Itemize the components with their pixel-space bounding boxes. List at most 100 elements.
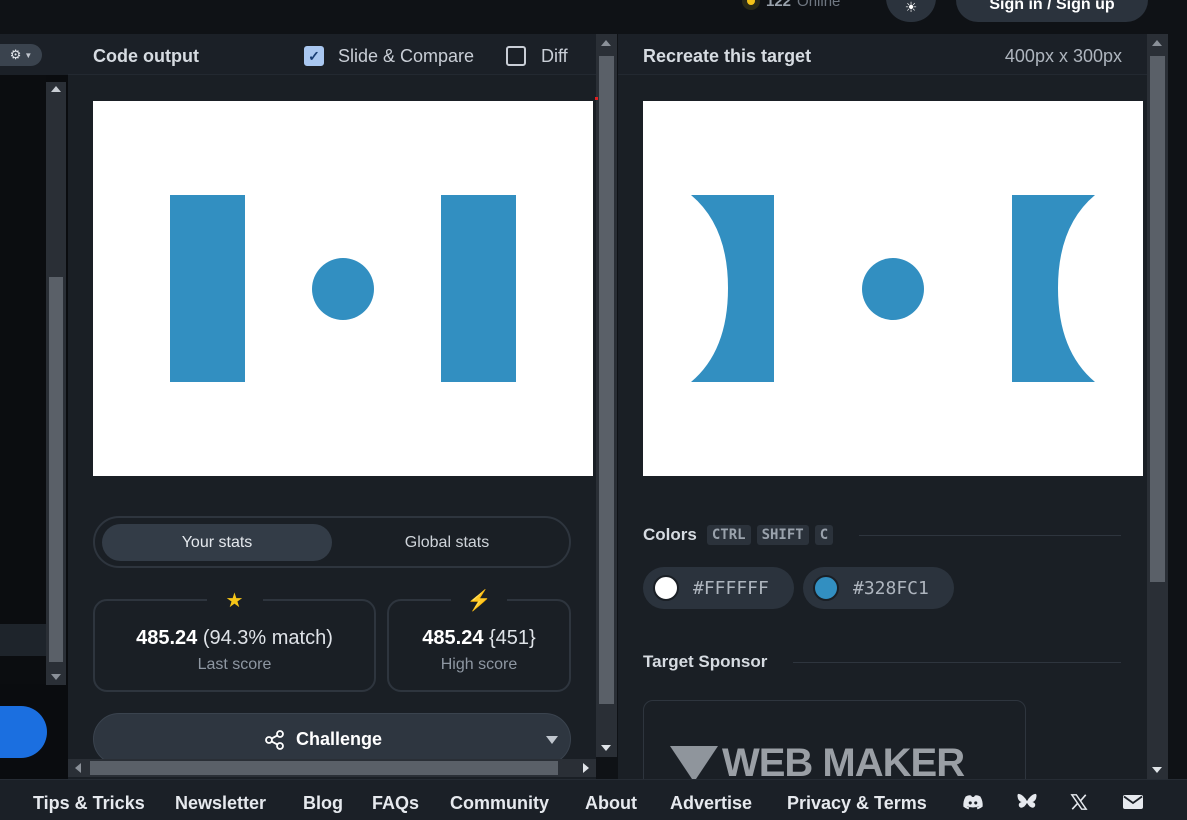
theme-toggle-button[interactable]: ☀	[886, 0, 936, 22]
x-icon[interactable]	[1068, 793, 1090, 811]
scroll-down-icon[interactable]	[1152, 767, 1162, 773]
colors-title: Colors	[643, 525, 697, 544]
scroll-up-icon[interactable]	[601, 40, 611, 46]
tab-global-stats[interactable]: Global stats	[332, 524, 562, 561]
code-output-title: Code output	[93, 46, 199, 66]
scroll-up-icon[interactable]	[1152, 40, 1162, 46]
output-vertical-scrollbar[interactable]	[596, 34, 617, 757]
output-horizontal-scrollbar[interactable]	[68, 759, 596, 777]
output-center-circle	[312, 258, 374, 320]
color-hex: #FFFFFF	[693, 577, 769, 599]
high-score-number: 485.24	[422, 627, 484, 649]
share-icon	[265, 730, 284, 750]
top-bar: 122 Online ☀ Sign in / Sign up	[0, 0, 1187, 34]
sponsor-header: Target Sponsor	[643, 650, 1121, 674]
target-center-circle	[862, 258, 924, 320]
slider-marker	[595, 97, 598, 100]
code-editor[interactable]	[0, 75, 46, 684]
shortcut-key-c: C	[814, 525, 834, 545]
slide-compare-checkbox[interactable]: ✓	[304, 46, 324, 66]
star-icon: ★	[206, 587, 263, 613]
challenge-label: Challenge	[296, 729, 383, 749]
target-vertical-scrollbar[interactable]	[1147, 34, 1168, 779]
footer-link-advertise[interactable]: Advertise	[670, 793, 752, 814]
footer-link-tips[interactable]: Tips & Tricks	[33, 793, 145, 814]
diff-checkbox[interactable]	[506, 46, 526, 66]
gear-icon: ⚙	[9, 47, 22, 62]
target-size: 400px x 300px	[1004, 46, 1122, 66]
footer-link-community[interactable]: Community	[450, 793, 549, 814]
scroll-thumb[interactable]	[90, 761, 558, 775]
chevron-down-icon[interactable]	[546, 736, 558, 744]
color-chip-blue[interactable]: #328FC1	[803, 567, 954, 609]
footer-link-privacy[interactable]: Privacy & Terms	[787, 793, 927, 814]
footer-link-newsletter[interactable]: Newsletter	[175, 793, 266, 814]
code-output-panel: Code output ✓ Slide & Compare Diff Your …	[68, 34, 596, 779]
tab-your-stats[interactable]: Your stats	[102, 524, 332, 561]
mail-icon[interactable]	[1122, 793, 1144, 811]
bluesky-icon[interactable]	[1016, 793, 1038, 811]
scroll-thumb[interactable]	[49, 277, 63, 662]
checkmark-icon: ✓	[308, 47, 320, 64]
target-right-shape	[1012, 195, 1095, 382]
slide-compare-label[interactable]: Slide & Compare	[338, 46, 474, 67]
color-swatch	[653, 575, 679, 601]
footer: Tips & Tricks Newsletter Blog FAQs Commu…	[0, 779, 1187, 820]
divider	[859, 534, 1121, 536]
discord-icon[interactable]	[962, 793, 984, 811]
scroll-right-icon[interactable]	[583, 763, 589, 773]
editor-scrollbar[interactable]	[46, 82, 66, 685]
last-score-value: 485.24 (94.3% match)	[95, 627, 374, 650]
editor-pane: ⚙ ▼	[0, 34, 68, 779]
colors-header: Colors CTRL SHIFT C	[643, 523, 1121, 547]
color-chip-white[interactable]: #FFFFFF	[643, 567, 794, 609]
scroll-down-icon[interactable]	[601, 745, 611, 751]
divider	[793, 661, 1121, 663]
high-score-detail: {451}	[489, 627, 536, 649]
code-output-header: Code output ✓ Slide & Compare Diff	[68, 34, 596, 75]
target-left-shape	[691, 195, 774, 382]
target-shapes	[691, 195, 1095, 382]
shortcut-key-ctrl: CTRL	[706, 525, 751, 545]
online-label: Online	[797, 0, 841, 10]
target-title: Recreate this target	[643, 46, 812, 66]
output-right-rect	[441, 195, 516, 382]
high-score-value: 485.24 {451}	[389, 627, 569, 650]
scroll-down-icon[interactable]	[51, 674, 61, 680]
footer-link-blog[interactable]: Blog	[303, 793, 343, 814]
high-score-label: High score	[440, 656, 518, 673]
editor-settings-button[interactable]: ⚙ ▼	[0, 44, 42, 66]
color-hex: #328FC1	[853, 577, 929, 599]
color-swatch	[813, 575, 839, 601]
signin-button[interactable]: Sign in / Sign up	[956, 0, 1148, 22]
bolt-icon: ⚡	[451, 587, 507, 613]
sun-icon: ☀	[904, 0, 918, 15]
target-header: Recreate this target 400px x 300px	[618, 34, 1147, 75]
submit-button[interactable]	[0, 706, 47, 758]
editor-header: ⚙ ▼	[0, 34, 68, 75]
last-score-label: Last score	[197, 656, 272, 673]
online-count: 122	[766, 0, 792, 10]
diff-label[interactable]: Diff	[541, 46, 568, 67]
last-score-match: (94.3% match)	[202, 627, 333, 649]
editor-active-line	[0, 624, 46, 656]
online-dot-icon	[742, 0, 760, 10]
scroll-thumb[interactable]	[1150, 56, 1165, 582]
target-canvas	[643, 101, 1143, 476]
challenge-button[interactable]: Challenge	[93, 713, 571, 765]
sponsor-card[interactable]: WEB MAKER	[643, 700, 1026, 790]
scroll-thumb[interactable]	[599, 56, 614, 704]
output-left-rect	[170, 195, 245, 382]
sponsor-logo-mark-icon	[670, 745, 718, 782]
footer-link-about[interactable]: About	[585, 793, 637, 814]
online-indicator: 122 Online	[742, 0, 840, 12]
sponsor-title: Target Sponsor	[643, 652, 768, 671]
last-score-number: 485.24	[136, 627, 198, 649]
scroll-up-icon[interactable]	[51, 86, 61, 92]
footer-link-faqs[interactable]: FAQs	[372, 793, 419, 814]
code-output-canvas[interactable]	[93, 101, 593, 476]
chevron-down-icon: ▼	[24, 50, 33, 60]
scroll-left-icon[interactable]	[75, 763, 81, 773]
high-score-card: ⚡ 485.24 {451} High score	[387, 587, 571, 692]
last-score-card: ★ 485.24 (94.3% match) Last score	[93, 587, 376, 692]
